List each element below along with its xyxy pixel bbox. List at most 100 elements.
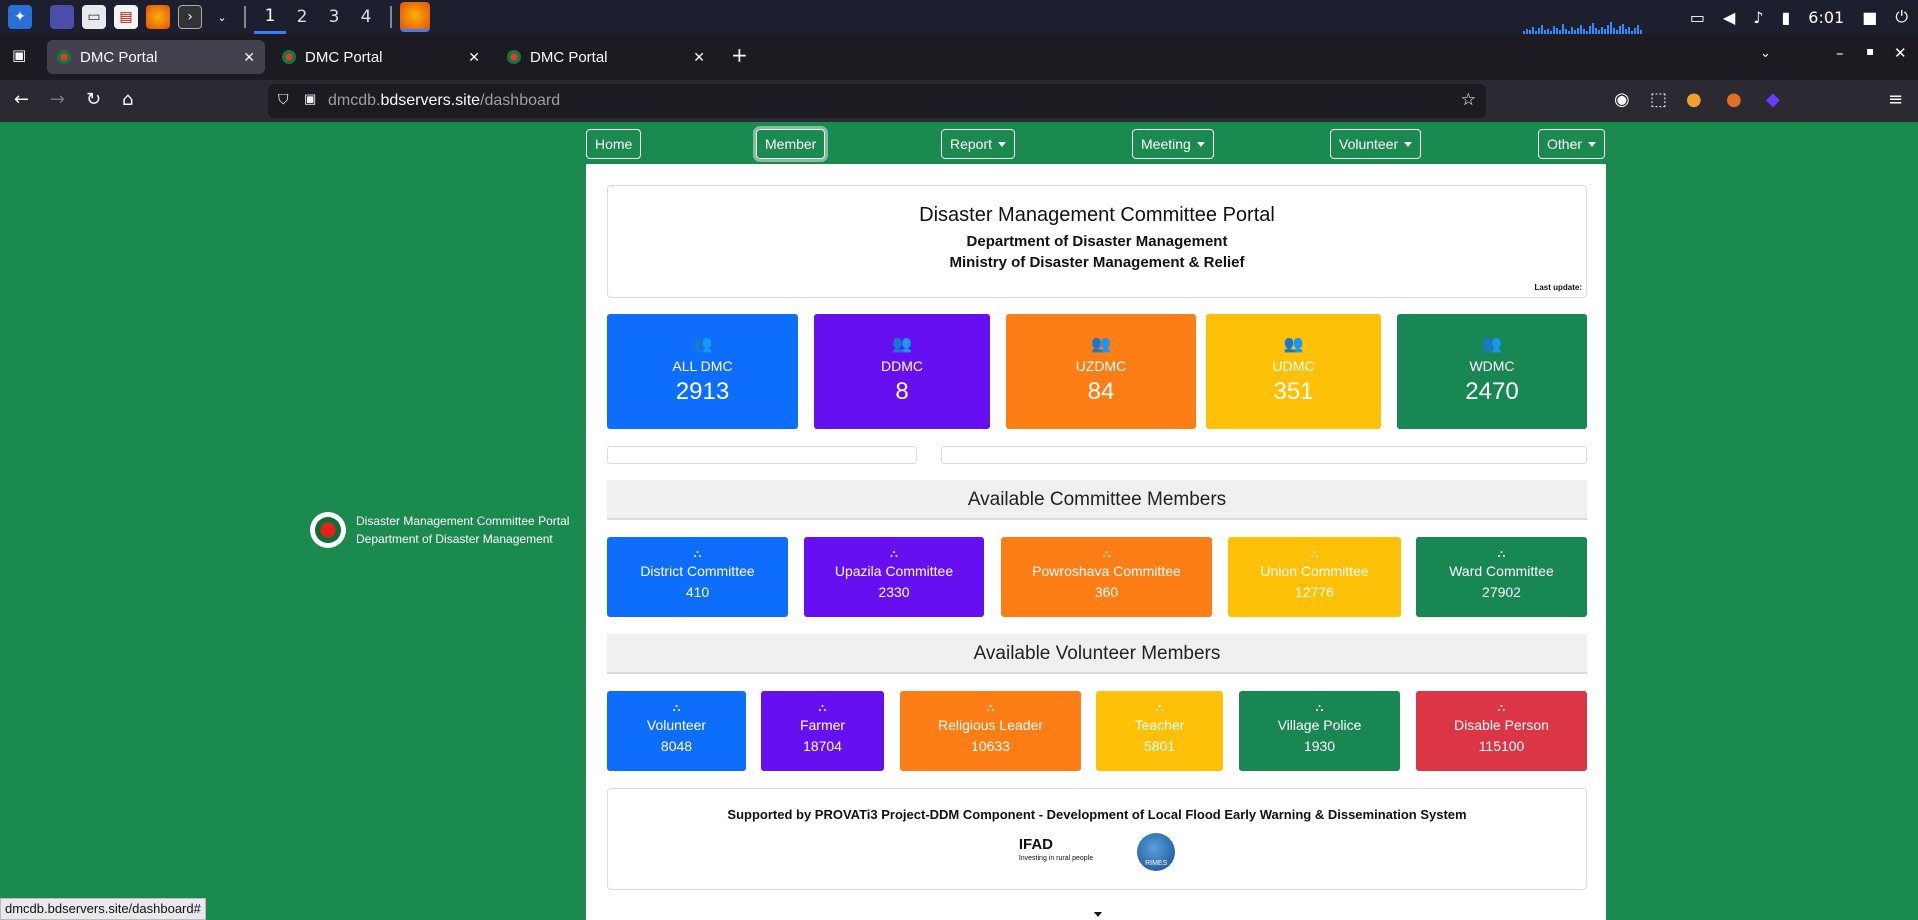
card-label: Upazila Committee bbox=[834, 563, 954, 579]
portal-header: Disaster Management Committee Portal Dep… bbox=[607, 185, 1587, 298]
volunteer-card-religious-leader[interactable]: ⛬ Religious Leader 10633 bbox=[900, 691, 1081, 771]
sitemap-icon: ⛬ bbox=[1155, 702, 1164, 714]
stat-card-uzdmc[interactable]: 👥 UZDMC 84 bbox=[1006, 314, 1196, 429]
new-tab-icon[interactable]: + bbox=[731, 43, 748, 67]
card-value: 2330 bbox=[878, 584, 910, 600]
workspace-1[interactable]: 1 bbox=[254, 0, 286, 34]
sidebar-brand[interactable]: Disaster Management Committee Portal Dep… bbox=[310, 512, 569, 548]
files-icon[interactable]: ▭ bbox=[82, 5, 106, 29]
stat-card-udmc[interactable]: 👥 UDMC 351 bbox=[1206, 314, 1381, 429]
committee-card-union[interactable]: ⛬ Union Committee 12776 bbox=[1228, 537, 1401, 617]
nav-member-button[interactable]: Member bbox=[756, 129, 826, 159]
volume-icon[interactable]: ◀ bbox=[1723, 8, 1735, 27]
app-menu-icon[interactable]: ✦ bbox=[8, 5, 32, 29]
back-icon[interactable]: ← bbox=[14, 89, 29, 110]
clock[interactable]: 6:01 bbox=[1808, 8, 1844, 27]
committee-card-powroshava[interactable]: ⛬ Powroshava Committee 360 bbox=[1001, 537, 1212, 617]
account-icon[interactable]: ◉ bbox=[1614, 89, 1630, 110]
stat-card-ddmc[interactable]: 👥 DDMC 8 bbox=[814, 314, 990, 429]
users-icon: 👥 bbox=[1091, 336, 1111, 353]
committee-card-district[interactable]: ⛬ District Committee 410 bbox=[607, 537, 788, 617]
caret-down-icon bbox=[1404, 141, 1413, 147]
home-icon[interactable]: ⌂ bbox=[122, 89, 133, 110]
nav-volunteer-dropdown[interactable]: Volunteer bbox=[1330, 129, 1422, 159]
nav-home-button[interactable]: Home bbox=[586, 129, 642, 159]
sidebar-line2: Department of Disaster Management bbox=[356, 532, 553, 546]
browser-tab-3[interactable]: DMC Portal ✕ bbox=[497, 40, 715, 74]
extensions-icon[interactable]: ⬚ bbox=[1650, 89, 1667, 110]
lock-icon[interactable]: ■ bbox=[1862, 8, 1877, 27]
sitemap-icon: ⛬ bbox=[818, 702, 827, 714]
battery-icon[interactable]: ▮ bbox=[1781, 8, 1790, 27]
browser-tab-1[interactable]: DMC Portal ✕ bbox=[47, 40, 265, 74]
extension-cookie-icon[interactable]: ● bbox=[1686, 89, 1702, 110]
chevron-down-icon[interactable]: ⌄ bbox=[210, 5, 234, 29]
volunteer-card-farmer[interactable]: ⛬ Farmer 18704 bbox=[761, 691, 884, 771]
workspace-4[interactable]: 4 bbox=[350, 0, 382, 34]
minimize-icon[interactable]: – bbox=[1836, 44, 1844, 62]
volunteer-card-village-police[interactable]: ⛬ Village Police 1930 bbox=[1239, 691, 1400, 771]
tab-list-icon[interactable]: ▣ bbox=[12, 46, 26, 64]
terminal-icon[interactable]: › bbox=[178, 5, 202, 29]
card-label: Teacher bbox=[1134, 717, 1185, 733]
volunteer-card-teacher[interactable]: ⛬ Teacher 5801 bbox=[1096, 691, 1223, 771]
close-icon[interactable]: ✕ bbox=[468, 49, 480, 66]
volunteer-card-disable-person[interactable]: ⛬ Disable Person 115100 bbox=[1416, 691, 1587, 771]
main-panel: Disaster Management Committee Portal Dep… bbox=[586, 164, 1606, 920]
volunteer-card-volunteer[interactable]: ⛬ Volunteer 8048 bbox=[607, 691, 746, 771]
chevron-down-icon[interactable]: ⌄ bbox=[1760, 46, 1771, 61]
workspace-2[interactable]: 2 bbox=[286, 0, 318, 34]
card-value: 360 bbox=[1094, 584, 1119, 600]
desktop-icon[interactable] bbox=[50, 5, 74, 29]
close-icon[interactable]: ✕ bbox=[243, 49, 255, 66]
stat-label: UDMC bbox=[1272, 358, 1315, 374]
nav-meeting-dropdown[interactable]: Meeting bbox=[1132, 129, 1214, 159]
stat-value: 2470 bbox=[1465, 378, 1519, 405]
bell-icon[interactable]: ♪ bbox=[1753, 8, 1763, 27]
stat-card-wdmc[interactable]: 👥 WDMC 2470 bbox=[1397, 314, 1587, 429]
card-label: Union Committee bbox=[1260, 563, 1369, 579]
rimes-logo-text: RIMES bbox=[1145, 860, 1168, 867]
nav-other-dropdown[interactable]: Other bbox=[1538, 129, 1606, 159]
ifad-logo-text: IFAD bbox=[1018, 836, 1053, 853]
extension-diamond-icon[interactable]: ◆ bbox=[1766, 89, 1780, 110]
users-icon: 👥 bbox=[1283, 336, 1304, 353]
url-host-prefix: dmcdb. bbox=[328, 92, 381, 109]
committee-card-ward[interactable]: ⛬ Ward Committee 27902 bbox=[1416, 537, 1587, 617]
lock-icon[interactable]: ▣ bbox=[304, 91, 316, 107]
dmc-favicon-icon bbox=[282, 50, 296, 64]
card-value: 12776 bbox=[1295, 584, 1334, 600]
power-icon[interactable]: ⏻ bbox=[1895, 7, 1908, 27]
volunteer-section-title: Available Volunteer Members bbox=[607, 634, 1587, 674]
card-value: 10633 bbox=[971, 738, 1010, 754]
sitemap-icon: ⛬ bbox=[986, 702, 995, 714]
workspace-3[interactable]: 3 bbox=[318, 0, 350, 34]
reload-icon[interactable]: ↻ bbox=[86, 89, 101, 110]
sitemap-icon: ⛬ bbox=[1310, 548, 1319, 560]
firefox-icon[interactable] bbox=[146, 5, 170, 29]
pdf-icon[interactable]: ▤ bbox=[114, 5, 138, 29]
screen-icon[interactable]: ▭ bbox=[1690, 8, 1705, 27]
shield-icon[interactable]: ⛉ bbox=[278, 91, 289, 108]
sitemap-icon: ⛬ bbox=[672, 702, 681, 714]
close-icon[interactable]: ✕ bbox=[693, 49, 705, 66]
stat-label: ALL DMC bbox=[672, 358, 733, 374]
maximize-icon[interactable]: ▪ bbox=[1866, 44, 1874, 58]
forward-icon[interactable]: → bbox=[50, 89, 65, 110]
tab-title: DMC Portal bbox=[530, 48, 608, 66]
committee-card-upazila[interactable]: ⛬ Upazila Committee 2330 bbox=[804, 537, 984, 617]
rimes-logo[interactable]: RIMES bbox=[1137, 833, 1176, 871]
nav-report-dropdown[interactable]: Report bbox=[941, 129, 1016, 159]
ifad-logo[interactable]: IFAD Investing in rural people bbox=[1018, 836, 1093, 866]
extension-palette-icon[interactable]: ● bbox=[1726, 89, 1742, 110]
card-label: Ward Committee bbox=[1449, 563, 1554, 579]
menu-icon[interactable]: ≡ bbox=[1888, 89, 1903, 110]
firefox-window-icon[interactable] bbox=[400, 2, 430, 32]
stat-card-all-dmc[interactable]: 👥 ALL DMC 2913 bbox=[607, 314, 798, 429]
browser-tab-2[interactable]: DMC Portal ✕ bbox=[272, 40, 490, 74]
window-close-icon[interactable]: ✕ bbox=[1894, 44, 1907, 62]
nav-other-label: Other bbox=[1547, 136, 1583, 152]
nav-member-label: Member bbox=[765, 136, 817, 152]
bookmark-star-icon[interactable]: ☆ bbox=[1461, 90, 1476, 110]
url-bar[interactable]: ⛉ ▣ dmcdb. bdservers.site /dashboard ☆ bbox=[268, 84, 1486, 118]
